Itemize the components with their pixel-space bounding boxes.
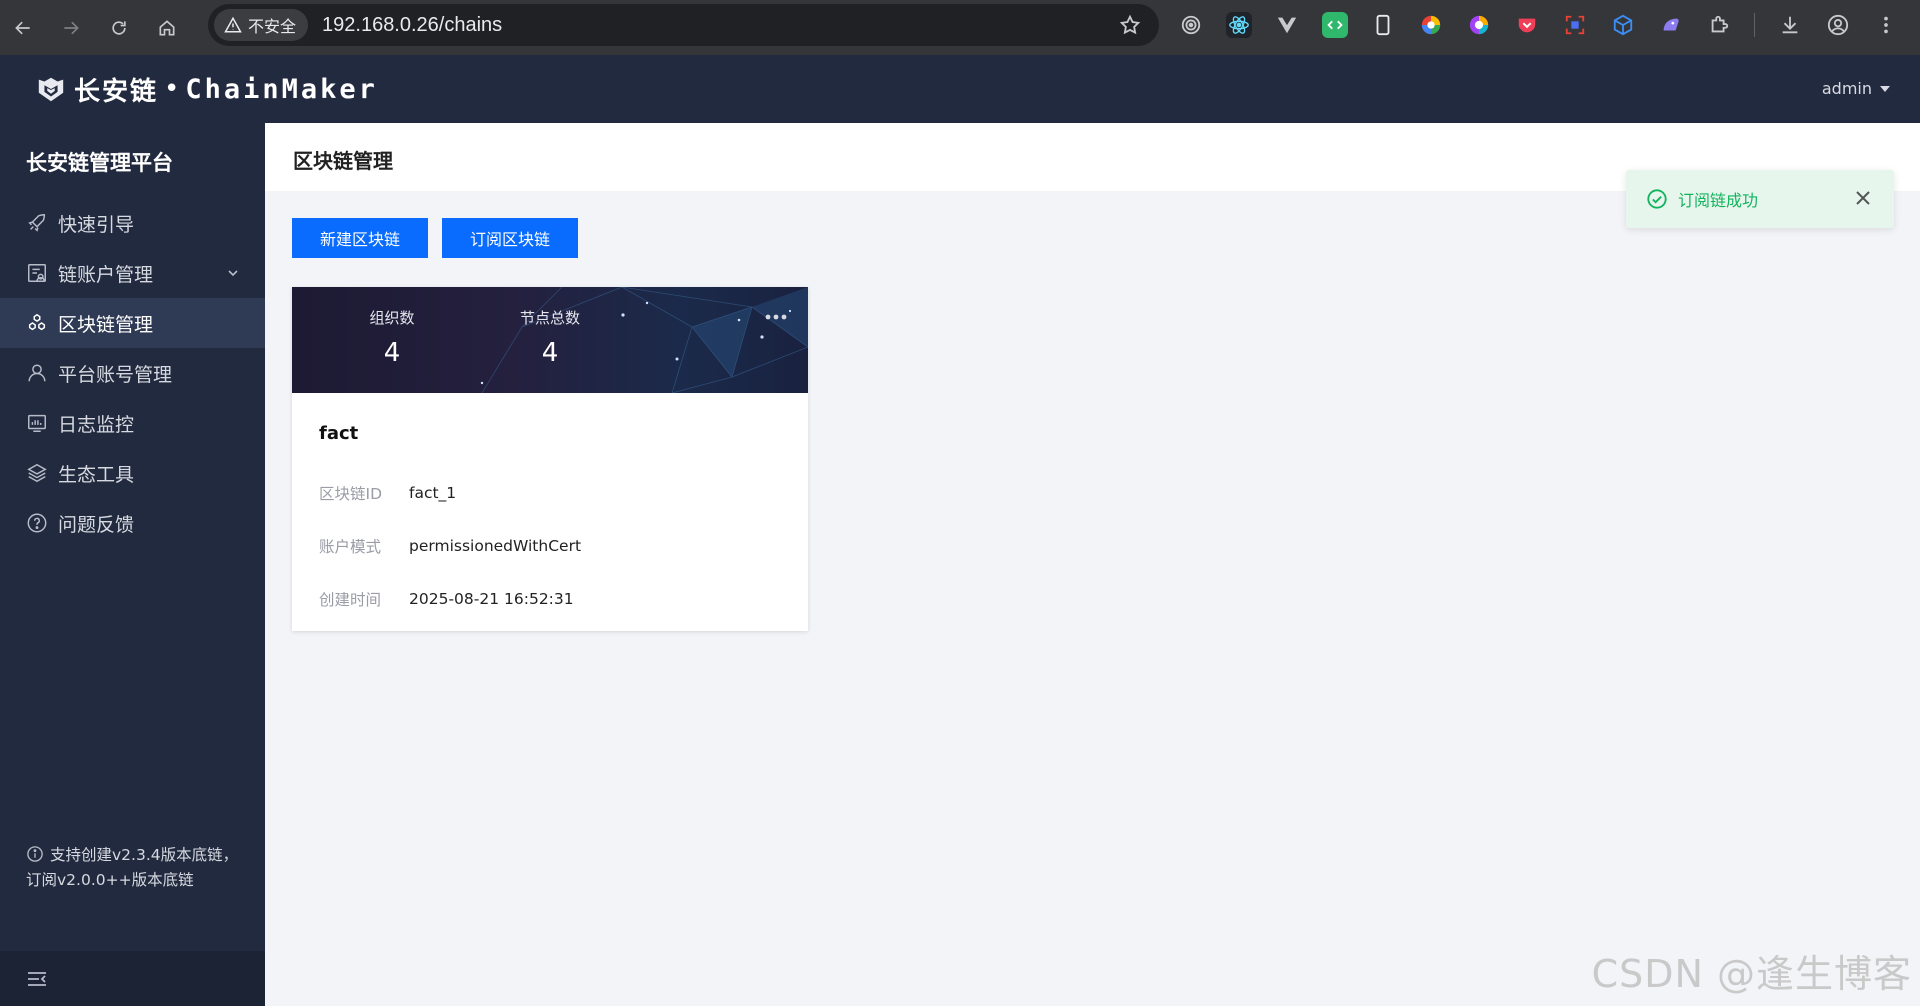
toolbar-divider xyxy=(1754,13,1755,37)
browser-menu-icon[interactable] xyxy=(1873,12,1899,38)
forward-icon[interactable] xyxy=(54,11,88,45)
page-title: 区块链管理 xyxy=(293,149,393,173)
sidebar-title: 长安链管理平台 xyxy=(26,151,173,175)
url-text[interactable]: 192.168.0.26/chains xyxy=(322,14,502,37)
layers-icon xyxy=(27,463,47,483)
new-chain-button[interactable]: 新建区块链 xyxy=(292,218,428,258)
node-count-label: 节点总数 xyxy=(519,309,580,327)
field-value: permissionedWithCert xyxy=(409,536,582,555)
react-devtools-icon[interactable] xyxy=(1226,12,1252,38)
screenshot-icon[interactable] xyxy=(1562,12,1588,38)
sidebar-item-log-monitor[interactable]: 日志监控 xyxy=(0,398,265,448)
security-label: 不安全 xyxy=(248,17,297,36)
sidebar-item-label: 链账户管理 xyxy=(58,263,154,286)
rocket-icon xyxy=(28,214,46,232)
blockchain-icon xyxy=(28,313,46,331)
sidebar: 长安链管理平台 快速引导 链账户管理 区块链管理 平台账号管理 日志监控 生态工… xyxy=(0,123,265,1006)
sidebar-item-quick-guide[interactable]: 快速引导 xyxy=(0,198,265,248)
puzzle-extensions-icon[interactable] xyxy=(1706,12,1732,38)
sidebar-item-label: 快速引导 xyxy=(58,213,135,236)
address-bar[interactable]: 不安全 192.168.0.26/chains xyxy=(208,4,1159,46)
sidebar-item-feedback[interactable]: 问题反馈 xyxy=(0,498,265,548)
brand-name-en: ChainMaker xyxy=(185,73,378,105)
chain-card[interactable]: 组织数 4 节点总数 4 fact 区块链ID fact_1 账户模式 perm… xyxy=(292,287,808,631)
collapse-sidebar-icon[interactable] xyxy=(26,969,48,989)
profile-icon[interactable] xyxy=(1825,12,1851,38)
caret-down-icon xyxy=(1880,85,1890,92)
reload-icon[interactable] xyxy=(102,11,136,45)
cube-extension-icon[interactable] xyxy=(1610,12,1636,38)
org-count-label: 组织数 xyxy=(369,309,415,327)
sidebar-item-label: 问题反馈 xyxy=(58,513,135,536)
close-icon[interactable] xyxy=(1854,189,1872,207)
back-icon[interactable] xyxy=(6,11,40,45)
brand-name-cn: 长安链 xyxy=(74,76,159,107)
account-doc-icon xyxy=(28,264,46,282)
game-extension-icon[interactable] xyxy=(1658,12,1684,38)
account-mode-row: 账户模式 permissionedWithCert xyxy=(319,519,808,572)
field-label: 区块链ID xyxy=(319,484,383,503)
code-viewer-icon[interactable] xyxy=(1322,12,1348,38)
org-count-stat: 组织数 4 xyxy=(332,307,452,368)
sidebar-item-label: 日志监控 xyxy=(58,413,135,436)
node-count-value: 4 xyxy=(541,338,559,368)
subscribe-chain-button[interactable]: 订阅区块链 xyxy=(442,218,578,258)
success-toast: 订阅链成功 xyxy=(1626,170,1894,228)
target-extension-icon[interactable] xyxy=(1178,12,1204,38)
warning-icon xyxy=(224,16,242,33)
vue-devtools-icon[interactable] xyxy=(1274,12,1300,38)
info-icon xyxy=(27,846,43,862)
user-menu[interactable]: admin xyxy=(1822,79,1890,98)
chain-card-body: fact 区块链ID fact_1 账户模式 permissionedWithC… xyxy=(292,393,808,625)
user-icon xyxy=(28,364,46,382)
sidebar-item-blockchain[interactable]: 区块链管理 xyxy=(0,298,265,348)
org-count-value: 4 xyxy=(383,338,401,368)
created-time-row: 创建时间 2025-08-21 16:52:31 xyxy=(319,572,808,625)
more-options-icon[interactable] xyxy=(764,313,788,321)
sidebar-item-chain-accounts[interactable]: 链账户管理 xyxy=(0,248,265,298)
pocket-icon[interactable] xyxy=(1514,12,1540,38)
brand-logo[interactable]: 长安链 • ChainMaker xyxy=(36,71,378,108)
chain-card-banner: 组织数 4 节点总数 4 xyxy=(292,287,808,393)
sidebar-item-label: 区块链管理 xyxy=(58,313,154,336)
app-header: 长安链 • ChainMaker admin xyxy=(0,55,1920,123)
bookmark-star-icon[interactable] xyxy=(1119,14,1141,36)
watermark: CSDN @逢生博客 xyxy=(1591,952,1912,996)
color-picker-icon[interactable] xyxy=(1418,12,1444,38)
sidebar-item-label: 平台账号管理 xyxy=(58,363,173,386)
field-label: 账户模式 xyxy=(319,537,382,556)
field-value: 2025-08-21 16:52:31 xyxy=(409,589,574,608)
help-icon xyxy=(27,513,47,533)
check-circle-icon xyxy=(1647,189,1667,209)
home-icon[interactable] xyxy=(150,11,184,45)
sidebar-footer xyxy=(0,951,265,1006)
field-label: 创建时间 xyxy=(319,590,382,609)
brand-separator: • xyxy=(164,74,180,104)
sidebar-item-eco-tools[interactable]: 生态工具 xyxy=(0,448,265,498)
chain-id-row: 区块链ID fact_1 xyxy=(319,466,808,519)
sidebar-item-platform-accounts[interactable]: 平台账号管理 xyxy=(0,348,265,398)
security-indicator[interactable]: 不安全 xyxy=(214,9,309,41)
browser-toolbar: 不安全 192.168.0.26/chains xyxy=(0,0,1920,55)
monitor-icon xyxy=(28,414,46,432)
download-icon[interactable] xyxy=(1777,12,1803,38)
toast-message: 订阅链成功 xyxy=(1678,191,1759,210)
version-note: 支持创建v2.3.4版本底链， 订阅v2.0.0++版本底链 xyxy=(26,843,246,893)
version-note-text: 支持创建v2.3.4版本底链， 订阅v2.0.0++版本底链 xyxy=(26,846,239,889)
extensions-bar xyxy=(1178,8,1920,42)
chevron-down-icon xyxy=(228,270,238,277)
color-wheel-icon[interactable] xyxy=(1466,12,1492,38)
node-count-stat: 节点总数 4 xyxy=(490,307,610,368)
chainmaker-logo-icon xyxy=(38,77,64,102)
username: admin xyxy=(1821,79,1872,98)
device-icon[interactable] xyxy=(1370,12,1396,38)
field-value: fact_1 xyxy=(409,483,457,502)
sidebar-item-label: 生态工具 xyxy=(58,463,135,486)
chain-name: fact xyxy=(319,423,359,444)
